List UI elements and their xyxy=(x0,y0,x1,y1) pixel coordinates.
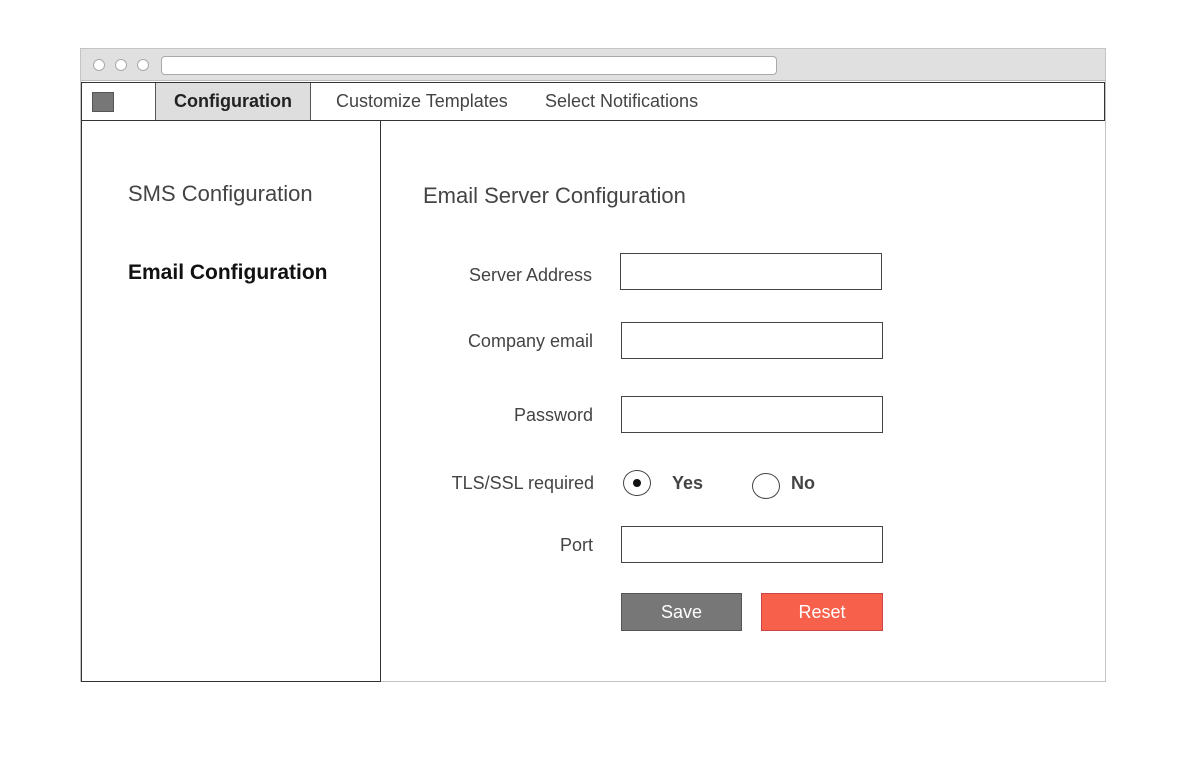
port-label: Port xyxy=(559,535,593,555)
tab-select-notifications[interactable]: Select Notifications xyxy=(545,83,698,120)
app-logo-icon xyxy=(92,92,114,112)
sidebar-item-email-configuration[interactable]: Email Configuration xyxy=(128,261,328,285)
radio-selected-dot-icon xyxy=(633,479,641,487)
server-address-input[interactable] xyxy=(620,253,882,290)
password-label: Password xyxy=(513,405,593,425)
maximize-window-icon[interactable] xyxy=(137,59,149,71)
tab-configuration[interactable]: Configuration xyxy=(155,83,311,120)
company-email-input[interactable] xyxy=(621,322,883,359)
sidebar-item-sms-configuration[interactable]: SMS Configuration xyxy=(128,181,313,207)
tab-customize-templates[interactable]: Customize Templates xyxy=(336,83,508,120)
top-nav: Configuration Customize Templates Select… xyxy=(81,82,1105,121)
page-title: Email Server Configuration xyxy=(423,183,686,208)
close-window-icon[interactable] xyxy=(93,59,105,71)
title-bar xyxy=(81,49,1105,81)
tls-ssl-yes-label[interactable]: Yes xyxy=(672,473,703,494)
browser-window: Configuration Customize Templates Select… xyxy=(80,48,1106,682)
tls-ssl-no-radio[interactable] xyxy=(752,473,780,499)
tls-ssl-label: TLS/SSL required xyxy=(451,473,594,493)
reset-button[interactable]: Reset xyxy=(761,593,883,631)
minimize-window-icon[interactable] xyxy=(115,59,127,71)
port-input[interactable] xyxy=(621,526,883,563)
tls-ssl-yes-radio[interactable] xyxy=(623,470,651,496)
tls-ssl-no-label[interactable]: No xyxy=(791,473,815,494)
company-email-label: Company email xyxy=(467,331,593,351)
password-input[interactable] xyxy=(621,396,883,433)
sidebar: SMS Configuration Email Configuration xyxy=(81,121,381,682)
save-button[interactable]: Save xyxy=(621,593,742,631)
url-bar[interactable] xyxy=(161,56,777,75)
server-address-label: Server Address xyxy=(468,265,592,285)
